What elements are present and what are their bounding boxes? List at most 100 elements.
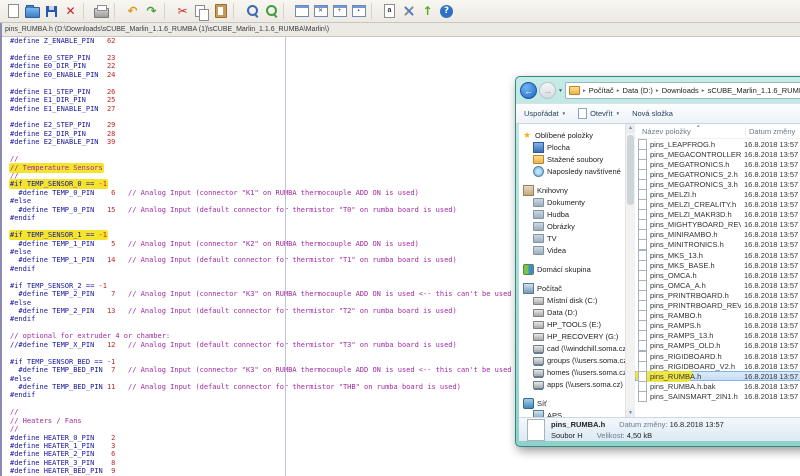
sidebar-item[interactable]: Hudba [519,208,625,220]
file-row[interactable]: pins_MELZI_CREALITY.h16.8.2018 13:57 [635,200,800,210]
file-row[interactable]: pins_OMCA.h16.8.2018 13:57 [635,270,800,280]
settings-icon[interactable] [400,3,417,20]
file-row[interactable]: pins_RAMPS.h16.8.2018 13:57 [635,321,800,331]
file-name-cell: pins_PRINTRBOARD_REVF.h [635,300,741,311]
new-file-icon[interactable] [5,3,22,20]
new-window-icon[interactable] [293,3,310,20]
file-row[interactable]: pins_MEGACONTROLLER.h16.8.2018 13:57 [635,149,800,159]
new-folder-button[interactable]: Nová složka [632,109,673,118]
file-row[interactable]: pins_MELZI.h16.8.2018 13:57 [635,189,800,199]
close-window-icon[interactable]: ✕ [312,3,329,20]
size-label: Velikost: [597,431,625,440]
file-row[interactable]: pins_RAMBO.h16.8.2018 13:57 [635,311,800,321]
file-row[interactable]: pins_SAINSMART_2IN1.h16.8.2018 13:57 [635,391,800,401]
crumb-separator-icon: ▸ [701,88,706,94]
back-button[interactable]: ← [520,82,537,99]
sidebar-item[interactable]: ★Oblíbené položky [519,129,625,141]
toolbar-separator [233,3,239,19]
open-folder-icon[interactable] [24,3,41,20]
file-row[interactable]: pins_MKS_13.h16.8.2018 13:57 [635,250,800,260]
file-row[interactable]: pins_MKS_BASE.h16.8.2018 13:57 [635,260,800,270]
file-date-cell: 16.8.2018 13:57 [741,230,798,239]
paste-icon[interactable] [212,3,229,20]
scroll-up-icon[interactable]: ▲ [626,124,635,133]
sidebar-item[interactable]: Stažené soubory [519,153,625,165]
sidebar-item[interactable]: Naposledy navštívené [519,165,625,177]
file-name-label: pins_MINITRONICS.h [650,240,724,249]
copy-icon[interactable] [193,3,210,20]
sidebar-item-label: Hudba [547,210,569,219]
file-row[interactable]: pins_RAMPS_OLD.h16.8.2018 13:57 [635,341,800,351]
breadcrumb-item[interactable]: sCUBE_Marlin_1.1.6_RUMBA (1) [708,86,800,95]
sidebar-item-label: Plocha [547,143,570,152]
sidebar-item[interactable]: Obrázky [519,220,625,232]
breadcrumb-item[interactable]: Downloads [662,86,699,95]
column-header-name[interactable]: Název položky [635,127,746,136]
breadcrumb[interactable]: ▸Počítač▸Data (D:)▸Downloads▸sCUBE_Marli… [565,82,800,99]
file-row[interactable]: pins_OMCA_A.h16.8.2018 13:57 [635,280,800,290]
open-button[interactable]: Otevřít ▼ [578,108,620,119]
redo-icon[interactable]: ↷ [143,3,160,20]
sidebar-item[interactable]: Místní disk (C:) [519,294,625,306]
sidebar-item[interactable]: Data (D:) [519,306,625,318]
nav-spacer [519,390,625,397]
sidebar-item[interactable]: HP_RECOVERY (G:) [519,330,625,342]
update-icon[interactable]: ↑ [419,3,436,20]
editor-tab[interactable]: pins_RUMBA.h (D:\Downloads\sCUBE_Marlin_… [0,26,334,33]
sidebar-item[interactable]: Dokumenty [519,196,625,208]
print-icon[interactable] [93,3,110,20]
find-icon[interactable] [243,3,260,20]
sidebar-item[interactable]: Domácí skupina [519,263,625,275]
undo-icon[interactable]: ↶ [124,3,141,20]
column-header-date[interactable]: Datum změny [746,127,795,136]
file-row[interactable]: pins_RIGIDBOARD_V2.h16.8.2018 13:57 [635,361,800,371]
file-row[interactable]: pins_RUMBA.h16.8.2018 13:57 [635,371,800,381]
breadcrumb-item[interactable]: Počítač [589,86,614,95]
file-name-label: pins_MEGATRONICS_2.h [650,170,738,179]
sidebar-item[interactable]: groups (\\users.soma.cz) [519,354,625,366]
help-icon[interactable]: ? [438,3,455,20]
sidebar-item[interactable]: Videa [519,244,625,256]
file-row[interactable]: pins_PRINTRBOARD.h16.8.2018 13:57 [635,290,800,300]
sidebar-item[interactable]: Plocha [519,141,625,153]
breadcrumb-item[interactable]: Data (D:) [623,86,653,95]
scroll-thumb[interactable] [627,135,634,205]
cascade-windows-icon[interactable]: ▪ [350,3,367,20]
sidebar-item[interactable]: cad (\\windchill.soma.cz) [519,342,625,354]
navigation-pane: ★Oblíbené položky PlochaStažené souboryNa… [519,124,625,418]
file-row[interactable]: pins_LEAPFROG.h16.8.2018 13:57 [635,139,800,149]
code-line: #define HEATER_2_PIN 6 [10,450,800,458]
modified-value: 16.8.2018 13:57 [670,420,724,429]
sidebar-item[interactable]: HP_TOOLS (E:) [519,318,625,330]
organize-button[interactable]: Uspořádat ▼ [524,109,566,118]
forward-button[interactable]: → [539,82,556,99]
sidebar-item[interactable]: TV [519,232,625,244]
file-row[interactable]: pins_MINITRONICS.h16.8.2018 13:57 [635,240,800,250]
nav-scrollbar[interactable]: ▲ ▼ [625,124,635,418]
sidebar-item[interactable]: Počítač [519,282,625,294]
file-row[interactable]: pins_MINIRAMBO.h16.8.2018 13:57 [635,230,800,240]
tile-windows-icon[interactable]: + [331,3,348,20]
close-file-icon[interactable]: ✕ [62,3,79,20]
file-row[interactable]: pins_MEGATRONICS_3.h16.8.2018 13:57 [635,179,800,189]
file-name-cell: pins_MELZI_MAKR3D.h [635,209,741,220]
text-search-icon[interactable]: a [381,3,398,20]
file-name-label: pins_MIGHTYBOARD_REVE.h [650,220,741,229]
open-label: Otevřít [590,109,613,118]
file-row[interactable]: pins_MEGATRONICS.h16.8.2018 13:57 [635,159,800,169]
cut-icon[interactable]: ✂ [174,3,191,20]
sidebar-item[interactable]: homes (\\users.soma.cz) [519,366,625,378]
find-replace-icon[interactable] [262,3,279,20]
file-row[interactable]: pins_RIGIDBOARD.h16.8.2018 13:57 [635,351,800,361]
sidebar-item[interactable]: apps (\\users.soma.cz) (Z [519,378,625,390]
file-row[interactable]: pins_MIGHTYBOARD_REVE.h16.8.2018 13:57 [635,220,800,230]
sidebar-item[interactable]: Knihovny [519,184,625,196]
file-row[interactable]: pins_PRINTRBOARD_REVF.h16.8.2018 13:57 [635,301,800,311]
file-row[interactable]: pins_RAMPS_13.h16.8.2018 13:57 [635,331,800,341]
save-icon[interactable] [43,3,60,20]
file-row[interactable]: pins_RUMBA.h.bak16.8.2018 13:57 [635,381,800,391]
sidebar-item[interactable]: Síť [519,397,625,409]
file-row[interactable]: pins_MELZI_MAKR3D.h16.8.2018 13:57 [635,210,800,220]
history-dropdown-icon[interactable]: ▼ [558,88,563,94]
file-row[interactable]: pins_MEGATRONICS_2.h16.8.2018 13:57 [635,169,800,179]
